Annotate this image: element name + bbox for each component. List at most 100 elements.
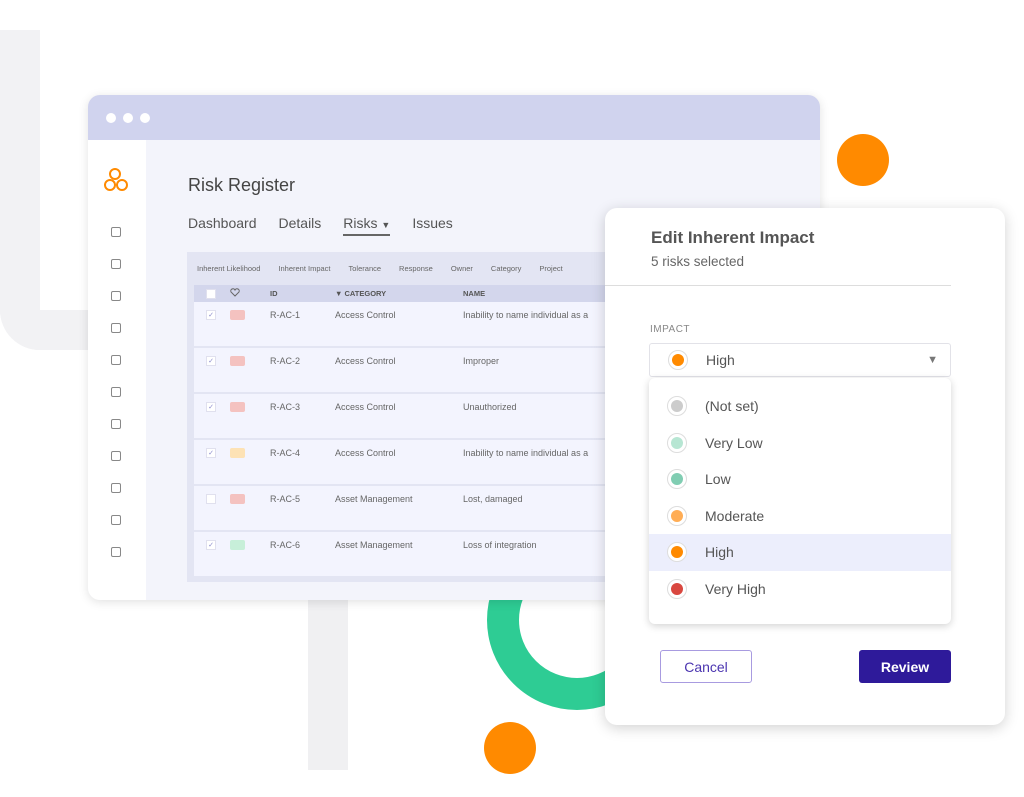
radio-icon [667,542,687,563]
radio-icon [667,578,687,599]
table-header: ID ▼ CATEGORY NAME [194,285,617,302]
column-category[interactable]: ▼ CATEGORY [335,289,463,298]
impact-label: IMPACT [650,324,691,335]
tab-risks[interactable]: Risks ▼ [343,215,391,236]
option-label: Low [705,471,731,488]
cloud-upload-icon[interactable] [110,386,124,400]
option-label: High [705,544,734,561]
clipboard-icon[interactable] [110,450,124,464]
row-checkbox[interactable]: ✓ [206,356,216,366]
cancel-button[interactable]: Cancel [660,650,752,683]
risk-id: R-AC-2 [270,356,301,366]
impact-options-list: (Not set) Very Low Low Moderate High Very Hig… [649,378,951,624]
table-row[interactable]: ✓ R-AC-2 Access Control Improper [194,348,617,392]
impact-color-dot [668,350,688,370]
filter-0[interactable]: Inherent Likelihood [197,264,260,273]
heart-icon [230,288,240,297]
row-checkbox[interactable]: ✓ [206,402,216,412]
tags-icon[interactable] [110,482,124,496]
filter-2[interactable]: Tolerance [349,264,382,273]
select-all-checkbox[interactable] [206,288,216,299]
table-row[interactable]: ✓ R-AC-4 Access Control Inability to nam… [194,440,617,484]
impact-option[interactable]: High [649,534,951,571]
report-icon[interactable] [110,418,124,432]
radio-icon [667,469,687,490]
window-titlebar [88,95,820,140]
impact-badge-icon [230,540,245,550]
window-dot [140,112,150,123]
impact-option[interactable]: Low [649,461,951,498]
radio-icon [667,396,687,417]
filter-1[interactable]: Inherent Impact [278,264,330,273]
tab-label: Risks [343,215,378,231]
git-branch-icon[interactable] [110,322,124,336]
window-dot [106,112,116,123]
option-label: (Not set) [705,398,759,415]
option-label: Moderate [705,507,765,524]
caret-down-icon: ▼ [927,354,938,366]
risk-category: Access Control [335,310,396,320]
impact-select[interactable]: High ▼ [649,343,951,377]
impact-option[interactable]: (Not set) [649,388,951,425]
tab-dashboard[interactable]: Dashboard [188,215,257,236]
filter-bar: Inherent Likelihood Inherent Impact Tolera… [187,252,617,285]
orange-circle-decoration [837,134,889,186]
tab-bar: Dashboard Details Risks ▼ Issues [188,215,453,236]
table-row[interactable]: ✓ R-AC-1 Access Control Inability to nam… [194,302,617,346]
risk-category: Asset Management [335,540,413,550]
column-id[interactable]: ID [270,289,335,298]
row-checkbox[interactable]: ✓ [206,310,216,320]
risk-id: R-AC-4 [270,448,301,458]
cube-icon[interactable] [110,258,124,272]
risk-name: Lost, damaged [463,494,523,504]
impact-option[interactable]: Moderate [649,498,951,535]
impact-badge-icon [230,402,245,412]
table-row[interactable]: R-AC-5 Asset Management Lost, damaged [194,486,617,530]
risk-id: R-AC-3 [270,402,301,412]
risk-name: Unauthorized [463,402,517,412]
impact-badge-icon [230,494,245,504]
risk-category: Asset Management [335,494,413,504]
edit-impact-dialog: Edit Inherent Impact 5 risks selected IM… [605,208,1005,725]
row-checkbox[interactable]: ✓ [206,448,216,458]
divider [605,285,951,286]
impact-option[interactable]: Very Low [649,425,951,462]
risk-name: Inability to name individual as a [463,448,589,458]
table-row[interactable]: ✓ R-AC-6 Asset Management Loss of integr… [194,532,617,576]
bookmark-icon[interactable] [110,354,124,368]
orange-circle-decoration [484,722,536,774]
caret-down-icon: ▼ [381,220,391,230]
risk-id: R-AC-6 [270,540,301,550]
filter-5[interactable]: Category [491,264,521,273]
background-decoration [308,595,348,770]
impact-badge-icon [230,356,245,366]
row-checkbox[interactable]: ✓ [206,540,216,550]
filter-6[interactable]: Project [539,264,562,273]
logo [104,168,130,196]
impact-option[interactable]: Very High [649,571,951,608]
column-name[interactable]: NAME [463,288,603,299]
filter-3[interactable]: Response [399,264,433,273]
dashboard-icon[interactable] [110,226,124,240]
review-button[interactable]: Review [859,650,951,683]
filter-4[interactable]: Owner [451,264,473,273]
impact-badge-icon [230,310,245,320]
risk-id: R-AC-5 [270,494,301,504]
risk-name: Loss of integration [463,540,537,550]
risk-name: Improper [463,356,500,366]
tab-details[interactable]: Details [279,215,322,236]
page-title: Risk Register [188,175,296,195]
risk-category: Access Control [335,356,396,366]
risk-id: R-AC-1 [270,310,301,320]
dialog-title: Edit Inherent Impact [651,228,815,247]
tab-issues[interactable]: Issues [412,215,452,236]
window-dot [123,112,133,123]
risk-table-panel: Inherent Likelihood Inherent Impact Tolera… [187,252,617,582]
shield-icon[interactable] [110,290,124,304]
selection-count: 5 risks selected [651,254,745,269]
table-row[interactable]: ✓ R-AC-3 Access Control Unauthorized [194,394,617,438]
row-checkbox[interactable] [206,494,216,504]
impact-badge-icon [230,448,245,458]
truck-icon[interactable] [110,546,124,560]
flag-icon[interactable] [110,514,124,528]
